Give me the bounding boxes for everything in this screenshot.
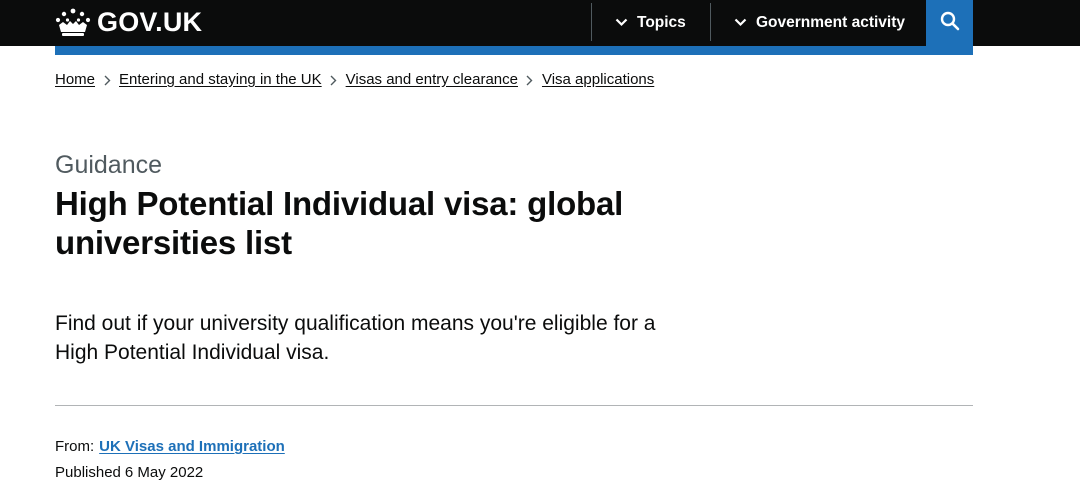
page-title: High Potential Individual visa: global u… [55, 185, 624, 261]
chevron-down-icon [615, 14, 628, 32]
published-label: Published [55, 464, 121, 481]
page-lead: Find out if your university qualificatio… [55, 312, 656, 364]
nav-government-activity-button[interactable]: Government activity [734, 0, 905, 46]
logo-text: GOV.UK [97, 6, 203, 37]
from-label: From: [55, 438, 95, 455]
breadcrumb-home[interactable]: Home [55, 70, 95, 90]
site-header: GOV.UK Topics Government activity [0, 0, 1080, 46]
nav-topics-button[interactable]: Topics [615, 0, 686, 46]
from-organisation-link[interactable]: UK Visas and Immigration [99, 437, 285, 457]
breadcrumb-entering-staying[interactable]: Entering and staying in the UK [119, 70, 322, 90]
breadcrumb-visas-entry-clearance[interactable]: Visas and entry clearance [346, 70, 518, 90]
page-caption: Guidance [55, 151, 163, 179]
nav-government-activity-label: Government activity [756, 14, 906, 31]
header-accent-bar [55, 46, 973, 55]
chevron-down-icon [734, 14, 747, 32]
govuk-logo-link[interactable]: GOV.UK [55, 6, 202, 38]
chevron-right-icon [322, 70, 346, 90]
chevron-right-icon [518, 70, 542, 90]
breadcrumb: Home Entering and staying in the UK Visa… [55, 70, 654, 90]
metadata-published: Published 6 May 2022 [55, 463, 203, 483]
nav-topics-label: Topics [637, 14, 686, 31]
crown-icon [55, 7, 91, 37]
chevron-right-icon [95, 70, 119, 90]
section-divider [55, 405, 973, 406]
metadata-from: From: UK Visas and Immigration [55, 437, 285, 457]
nav-divider [591, 3, 592, 41]
published-date: 6 May 2022 [124, 464, 204, 481]
search-button[interactable] [926, 0, 973, 46]
breadcrumb-visa-applications[interactable]: Visa applications [542, 70, 654, 90]
nav-divider [710, 3, 711, 41]
search-icon [940, 11, 960, 36]
